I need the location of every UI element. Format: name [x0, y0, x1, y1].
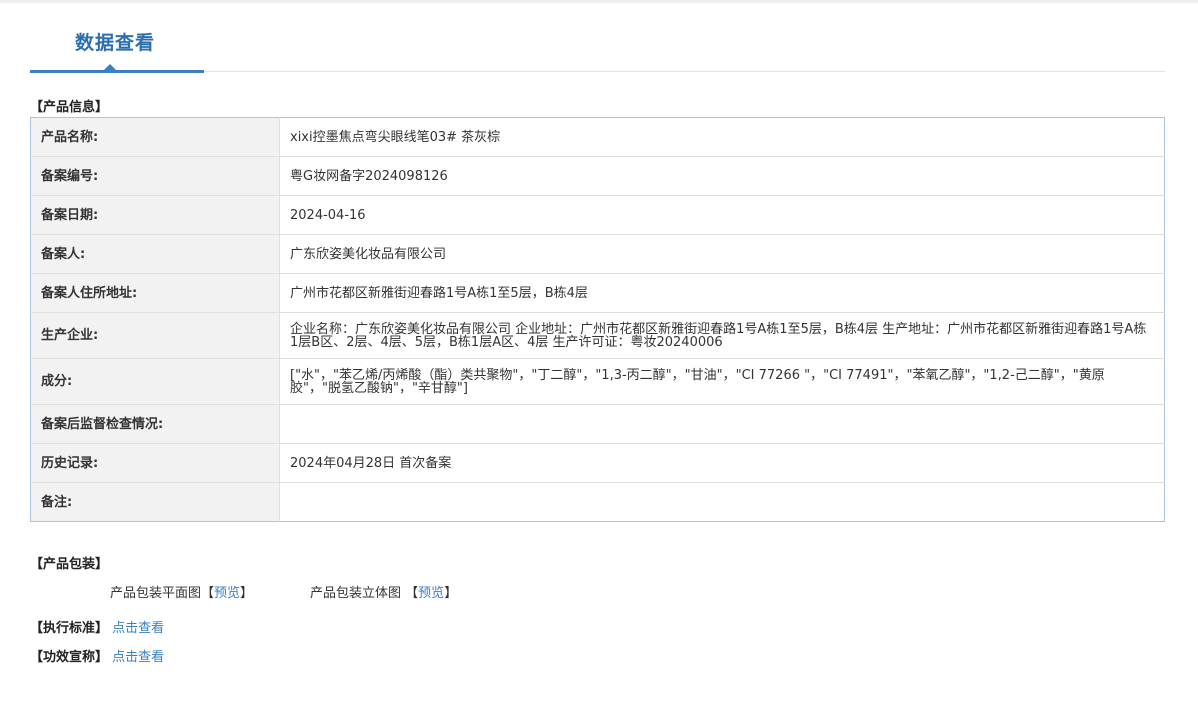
row-value: 粤G妆网备字2024098126 — [279, 156, 1165, 196]
table-row: 备案人: 广东欣姿美化妆品有限公司 — [30, 234, 1165, 274]
3d-image-item: 产品包装立体图 【预览】 — [310, 586, 457, 602]
product-info-table: 产品名称: xixi控墨焦点弯尖眼线笔03# 茶灰棕 备案编号: 粤G妆网备字2… — [30, 117, 1165, 522]
row-label: 备案人住所地址: — [30, 273, 280, 313]
bracket-close: 】 — [240, 586, 254, 601]
product-info-heading: 【产品信息】 — [30, 100, 109, 115]
table-row: 产品名称: xixi控墨焦点弯尖眼线笔03# 茶灰棕 — [30, 117, 1165, 157]
efficacy-claim-link[interactable]: 点击查看 — [112, 650, 164, 665]
table-row: 备案后监督检查情况: — [30, 404, 1165, 444]
row-value — [279, 404, 1165, 444]
table-row: 备注: — [30, 482, 1165, 522]
row-value: 2024-04-16 — [279, 195, 1165, 235]
active-tab-underline — [30, 70, 204, 73]
bracket-close: 】 — [444, 586, 458, 601]
efficacy-claim-label: 【功效宣称】 — [30, 650, 109, 665]
row-label: 备案编号: — [30, 156, 280, 196]
row-value: ["水"，"苯乙烯/丙烯酸（酯）类共聚物"，"丁二醇"，"1,3-丙二醇"，"甘… — [279, 358, 1165, 405]
3d-image-label: 产品包装立体图 — [310, 586, 402, 601]
bracket-open: 【 — [405, 586, 419, 601]
row-label: 成分: — [30, 358, 280, 405]
flat-image-label: 产品包装平面图 — [110, 586, 202, 601]
execution-standard-link[interactable]: 点击查看 — [112, 621, 164, 636]
row-label: 产品名称: — [30, 117, 280, 157]
table-row: 历史记录: 2024年04月28日 首次备案 — [30, 443, 1165, 483]
active-tab-caret-icon — [104, 64, 116, 70]
row-value: 企业名称：广东欣姿美化妆品有限公司 企业地址：广州市花都区新雅街迎春路1号A栋1… — [279, 312, 1165, 359]
packaging-heading: 【产品包装】 — [30, 557, 109, 572]
page-title: 数据查看 — [75, 32, 156, 54]
table-row: 成分: ["水"，"苯乙烯/丙烯酸（酯）类共聚物"，"丁二醇"，"1,3-丙二醇… — [30, 358, 1165, 405]
row-label: 备案人: — [30, 234, 280, 274]
row-value: xixi控墨焦点弯尖眼线笔03# 茶灰棕 — [279, 117, 1165, 157]
top-strip — [0, 0, 1198, 3]
table-row: 备案日期: 2024-04-16 — [30, 195, 1165, 235]
row-value: 广州市花都区新雅街迎春路1号A栋1至5层，B栋4层 — [279, 273, 1165, 313]
efficacy-claim-line: 【功效宣称】 点击查看 — [30, 650, 164, 666]
row-label: 备案后监督检查情况: — [30, 404, 280, 444]
flat-image-preview-link[interactable]: 预览 — [214, 586, 240, 601]
row-label: 备案日期: — [30, 195, 280, 235]
flat-image-item: 产品包装平面图【预览】 — [110, 586, 253, 602]
3d-image-preview-link[interactable]: 预览 — [418, 586, 444, 601]
bracket-open: 【 — [201, 586, 215, 601]
execution-standard-label: 【执行标准】 — [30, 621, 109, 636]
row-value: 2024年04月28日 首次备案 — [279, 443, 1165, 483]
table-row: 备案人住所地址: 广州市花都区新雅街迎春路1号A栋1至5层，B栋4层 — [30, 273, 1165, 313]
row-label: 生产企业: — [30, 312, 280, 359]
row-value — [279, 482, 1165, 522]
row-label: 历史记录: — [30, 443, 280, 483]
table-row: 生产企业: 企业名称：广东欣姿美化妆品有限公司 企业地址：广州市花都区新雅街迎春… — [30, 312, 1165, 359]
row-value: 广东欣姿美化妆品有限公司 — [279, 234, 1165, 274]
table-row: 备案编号: 粤G妆网备字2024098126 — [30, 156, 1165, 196]
execution-standard-line: 【执行标准】 点击查看 — [30, 621, 164, 637]
row-label: 备注: — [30, 482, 280, 522]
